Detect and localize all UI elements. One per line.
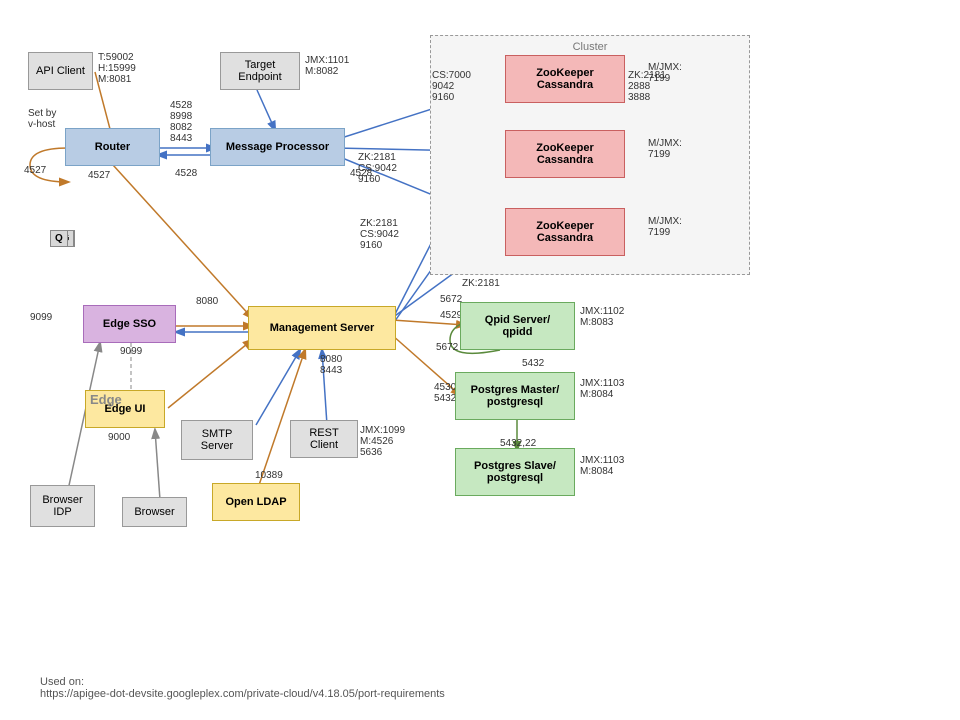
edge-ui-port: 9000 [108,432,130,443]
open-ldap-node: Open LDAP [212,483,300,521]
browser-idp-node: BrowserIDP [30,485,95,527]
port-5672-top: 5672 [440,294,462,305]
postgres-master-jmx: JMX:1103M:8084 [580,378,624,400]
edge-sso-node: Edge SSO [83,305,176,343]
footer-line1: Used on: [40,676,84,688]
edge-sso-port-left: 9099 [30,312,52,323]
diagram-container: Cluster API Client T:59002H:15999M:8081 … [0,0,960,660]
qpid-self-loop: 5672 [436,342,458,353]
edge-label: Edge [90,392,122,407]
postgres-slave-jmx: JMX:1103M:8084 [580,455,624,477]
mgmt-ports: 80808443 [320,354,342,376]
zk1-mjmx: M/JMX:7199 [648,62,682,84]
mp-left-ports: 4528899880828443 [170,100,192,144]
postgres-master-node: Postgres Master/postgresql [455,372,575,420]
router-node: Router [65,128,160,166]
router-port-left: 4527 [24,165,46,176]
api-client-node: API Client [28,52,93,90]
mp-port-left: 4528 [175,168,197,179]
set-by-vhost: Set byv-host [28,108,56,130]
zk-cassandra-1-node: ZooKeeperCassandra [505,55,625,103]
zk-cs-label-mp: ZK:2181CS:90429160 [358,152,397,185]
zk3-mjmx: M/JMX:7199 [648,216,682,238]
zk1-cs-ports: CS:700090429160 [432,70,471,103]
edge-sso-port-bottom: 9099 [120,346,142,357]
rest-client-node: RESTClient [290,420,358,458]
cluster-title: Cluster [431,41,749,53]
browser2-node: Browser [122,497,187,527]
target-endpoint-node: TargetEndpoint [220,52,300,90]
zk2-mjmx: M/JMX:7199 [648,138,682,160]
postgres-slave-node: Postgres Slave/postgresql [455,448,575,496]
qpid-server-node: Qpid Server/qpidd [460,302,575,350]
port-4529: 4529 [440,310,462,321]
mgmt-jmx-ports: JMX:1099M:45265636 [360,425,405,458]
management-server-node: Management Server [248,306,396,350]
zk-cassandra-2-node: ZooKeeperCassandra [505,130,625,178]
ports-4530-5432: 45305432 [434,382,456,404]
smtp-server-node: SMTPServer [181,420,253,460]
qpid-jmx: JMX:1102M:8083 [580,306,624,328]
message-processor-node: Message Processor [210,128,345,166]
footer: Used on: https://apigee-dot-devsite.goog… [40,676,445,700]
zk-2181-label: ZK:2181 [462,278,500,289]
box-q: Q [50,230,68,247]
api-client-ports: T:59002H:15999M:8081 [98,52,136,85]
target-ports: JMX:1101M:8082 [305,55,349,77]
router-port-bottom: 4527 [88,170,110,181]
port-5432-between: 5432 [522,358,544,369]
zk-cassandra-3-node: ZooKeeperCassandra [505,208,625,256]
edge-sso-8080: 8080 [196,296,218,307]
footer-line2: https://apigee-dot-devsite.googleplex.co… [40,688,445,700]
open-ldap-port: 10389 [255,470,283,481]
zk3-ports-left: ZK:2181CS:90429160 [360,218,399,251]
